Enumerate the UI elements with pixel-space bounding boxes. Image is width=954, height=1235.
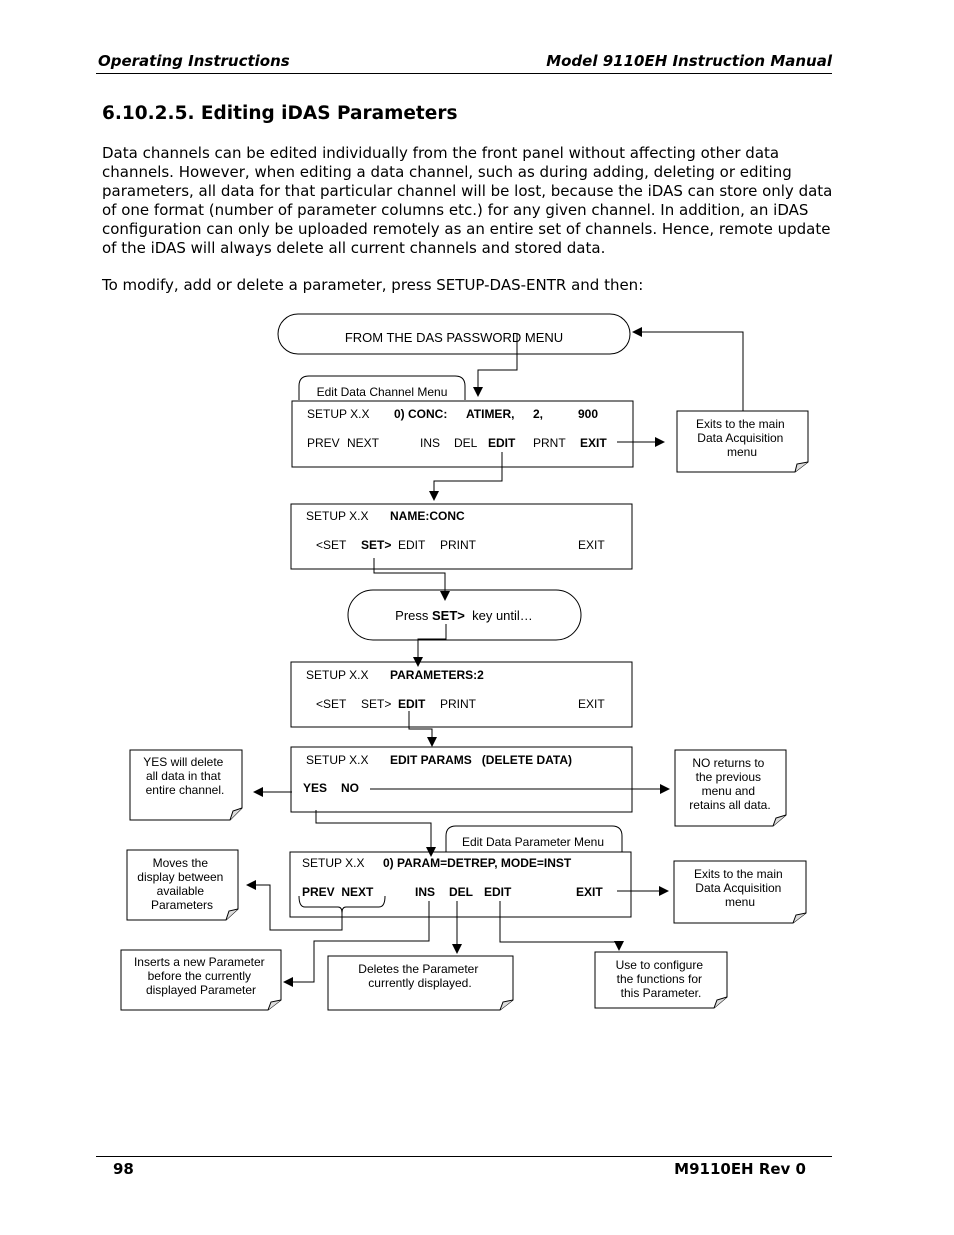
key-del[interactable]: DEL — [454, 436, 478, 450]
edit-params-warning: EDIT PARAMS (DELETE DATA) — [390, 753, 572, 767]
key-exit[interactable]: EXIT — [576, 885, 603, 899]
key-prev-set[interactable]: <SET — [316, 697, 347, 711]
key-prev-next[interactable]: PREV NEXT — [302, 885, 374, 899]
key-edit[interactable]: EDIT — [488, 436, 516, 450]
start-label: FROM THE DAS PASSWORD MENU — [345, 330, 563, 345]
key-prev[interactable]: PREV — [307, 436, 340, 450]
name-value: NAME:CONC — [390, 509, 465, 523]
key-ins[interactable]: INS — [420, 436, 440, 450]
key-print[interactable]: PRINT — [440, 538, 477, 552]
channel-menu-tab-label: Edit Data Channel Menu — [317, 385, 448, 399]
header-rule — [96, 73, 832, 74]
param-value: 0) PARAM=DETREP, MODE=INST — [383, 856, 572, 870]
key-exit[interactable]: EXIT — [578, 697, 605, 711]
key-print[interactable]: PRINT — [440, 697, 477, 711]
connector-note-to-start — [632, 327, 744, 411]
parameters-value: PARAMETERS:2 — [390, 668, 484, 682]
section-heading: 6.10.2.5. Editing iDAS Parameters — [102, 103, 458, 124]
connector-yes-to-parammenu — [315, 810, 436, 857]
screen-setup-label: SETUP X.X — [306, 509, 368, 523]
key-edit[interactable]: EDIT — [484, 885, 512, 899]
key-next-set[interactable]: SET> — [361, 538, 391, 552]
channel-records: 900 — [578, 407, 598, 421]
key-del[interactable]: DEL — [449, 885, 473, 899]
note-configure-text: Use to configure the functions for this … — [616, 958, 707, 1000]
screen-setup-label: SETUP X.X — [306, 753, 368, 767]
revision-label: M9110EH Rev 0 — [674, 1160, 806, 1178]
header-manual-title: Model 9110EH Instruction Manual — [546, 52, 832, 70]
key-prev-set[interactable]: <SET — [316, 538, 347, 552]
key-yes[interactable]: YES — [303, 781, 327, 795]
press-set-label: Press SET> key until… — [395, 608, 533, 623]
footer-rule — [96, 1156, 832, 1157]
channel-event: ATIMER, — [466, 407, 514, 421]
screen-setup-label: SETUP X.X — [306, 668, 368, 682]
body-paragraph-instruction: To modify, add or delete a parameter, pr… — [102, 276, 644, 294]
key-exit[interactable]: EXIT — [580, 436, 607, 450]
param-menu-tab-label: Edit Data Parameter Menu — [462, 835, 604, 849]
body-paragraph: Data channels can be edited individually… — [102, 144, 833, 257]
key-next[interactable]: NEXT — [347, 436, 380, 450]
page-number: 98 — [113, 1160, 134, 1178]
note-yes-delete-text: YES will delete all data in that entire … — [143, 755, 226, 797]
note-inserts-text: Inserts a new Parameter before the curre… — [134, 955, 268, 997]
screen-setup-label: SETUP X.X — [307, 407, 369, 421]
header-section-title: Operating Instructions — [98, 52, 290, 70]
screen-setup-label: SETUP X.X — [302, 856, 364, 870]
key-exit[interactable]: EXIT — [578, 538, 605, 552]
channel-params: 2, — [533, 407, 543, 421]
key-edit[interactable]: EDIT — [398, 538, 426, 552]
key-ins[interactable]: INS — [415, 885, 435, 899]
key-next-set[interactable]: SET> — [361, 697, 391, 711]
key-no[interactable]: NO — [341, 781, 359, 795]
note-deletes-text: Deletes the Parameter currently displaye… — [358, 962, 481, 990]
key-prnt[interactable]: PRNT — [533, 436, 566, 450]
key-edit[interactable]: EDIT — [398, 697, 426, 711]
channel-name: 0) CONC: — [394, 407, 447, 421]
